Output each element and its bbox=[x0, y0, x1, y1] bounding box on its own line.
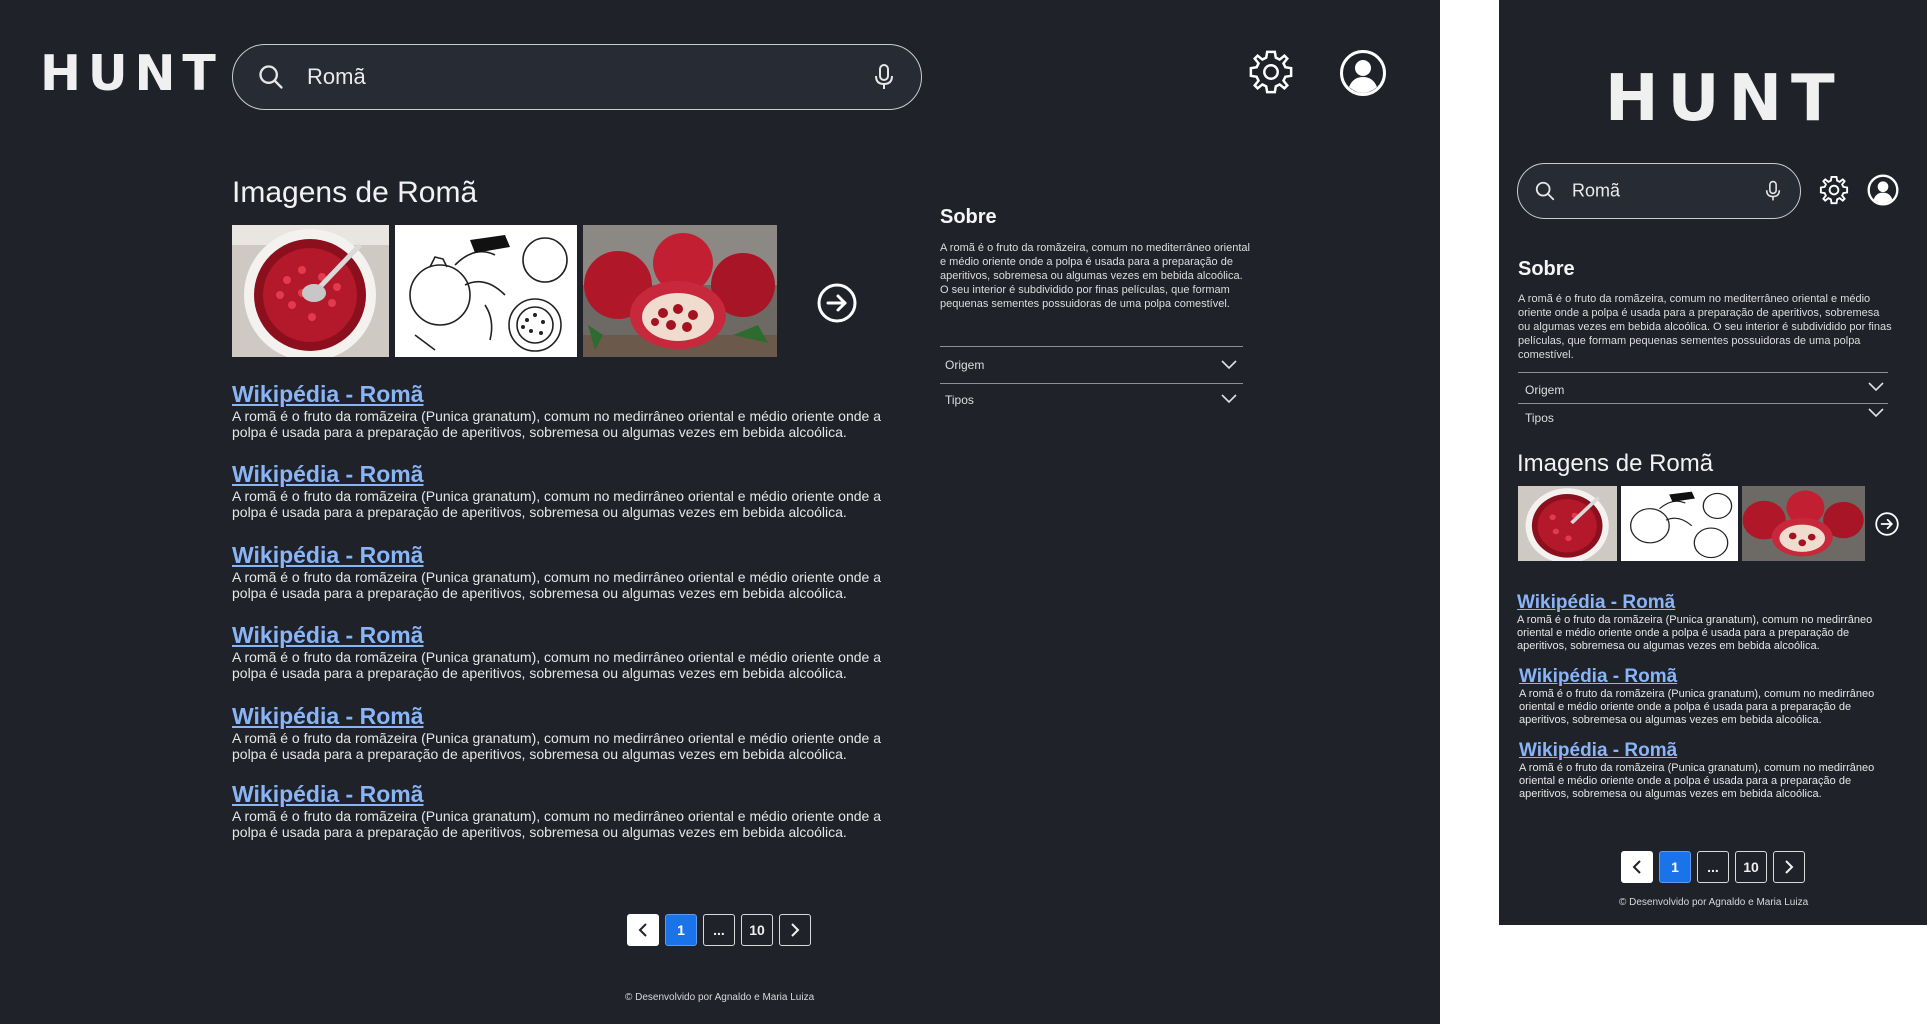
desktop-view: HUNT Romã Imagens de Romã Wikipédia - Ro… bbox=[0, 0, 1440, 1024]
images-heading: Imagens de Romã bbox=[232, 176, 478, 209]
result-title-link[interactable]: Wikipédia - Romã bbox=[232, 461, 882, 488]
image-thumbnail[interactable] bbox=[1742, 486, 1865, 561]
chevron-right-icon bbox=[1785, 860, 1794, 874]
result-title-link[interactable]: Wikipédia - Romã bbox=[232, 703, 882, 730]
result-title-link[interactable]: Wikipédia - Romã bbox=[1517, 592, 1887, 614]
result-snippet: A romã é o fruto da romãzeira (Punica gr… bbox=[232, 730, 882, 762]
search-result: Wikipédia - Romã A romã é o fruto da rom… bbox=[1517, 592, 1887, 653]
image-thumbnail[interactable] bbox=[1518, 486, 1617, 561]
user-avatar-icon[interactable] bbox=[1339, 49, 1387, 97]
accordion-origem[interactable]: Origem bbox=[1518, 372, 1888, 403]
chevron-down-icon bbox=[1868, 382, 1884, 392]
accordion-origem[interactable]: Origem bbox=[940, 346, 1243, 383]
search-icon bbox=[259, 65, 283, 89]
search-bar[interactable]: Romã bbox=[1517, 163, 1801, 219]
chevron-down-icon bbox=[1221, 360, 1237, 370]
page-button-last[interactable]: 10 bbox=[741, 914, 773, 946]
search-result: Wikipédia - Romã A romã é o fruto da rom… bbox=[232, 542, 882, 601]
search-result: Wikipédia - Romã A romã é o fruto da rom… bbox=[232, 703, 882, 762]
search-result: Wikipédia - Romã A romã é o fruto da rom… bbox=[1519, 666, 1887, 727]
logo[interactable]: HUNT bbox=[40, 45, 223, 102]
pagination: 1 ... 10 bbox=[627, 914, 811, 946]
microphone-icon[interactable] bbox=[873, 63, 895, 91]
accordion-tipos[interactable]: Tipos bbox=[1518, 403, 1888, 434]
result-snippet: A romã é o fruto da romãzeira (Punica gr… bbox=[232, 808, 882, 840]
result-snippet: A romã é o fruto da romãzeira (Punica gr… bbox=[1519, 688, 1875, 726]
accordion-label: Origem bbox=[1525, 383, 1565, 397]
page-ellipsis[interactable]: ... bbox=[1697, 851, 1729, 883]
result-snippet: A romã é o fruto da romãzeira (Punica gr… bbox=[232, 488, 882, 520]
chevron-left-icon bbox=[638, 923, 647, 937]
about-title: Sobre bbox=[1518, 258, 1575, 280]
result-snippet: A romã é o fruto da romãzeira (Punica gr… bbox=[232, 408, 882, 440]
result-title-link[interactable]: Wikipédia - Romã bbox=[1519, 740, 1887, 762]
result-snippet: A romã é o fruto da romãzeira (Punica gr… bbox=[1519, 762, 1875, 800]
page-button-current[interactable]: 1 bbox=[1659, 851, 1691, 883]
result-title-link[interactable]: Wikipédia - Romã bbox=[232, 381, 882, 408]
footer-credit: © Desenvolvido por Agnaldo e Maria Luiza bbox=[1619, 897, 1809, 908]
prev-page-button[interactable] bbox=[1621, 851, 1653, 883]
image-thumbnail[interactable] bbox=[1621, 486, 1738, 561]
chevron-right-icon bbox=[791, 923, 800, 937]
image-thumbnail[interactable] bbox=[395, 225, 577, 357]
next-page-button[interactable] bbox=[779, 914, 811, 946]
accordion-tipos[interactable]: Tipos bbox=[940, 383, 1243, 420]
result-snippet: A romã é o fruto da romãzeira (Punica gr… bbox=[1517, 614, 1873, 652]
search-result: Wikipédia - Romã A romã é o fruto da rom… bbox=[232, 381, 882, 440]
search-result: Wikipédia - Romã A romã é o fruto da rom… bbox=[232, 461, 882, 520]
result-title-link[interactable]: Wikipédia - Romã bbox=[232, 781, 882, 808]
next-page-button[interactable] bbox=[1773, 851, 1805, 883]
result-title-link[interactable]: Wikipédia - Romã bbox=[232, 542, 882, 569]
page-ellipsis[interactable]: ... bbox=[703, 914, 735, 946]
search-result: Wikipédia - Romã A romã é o fruto da rom… bbox=[232, 781, 882, 840]
search-bar[interactable]: Romã bbox=[232, 44, 922, 110]
about-text: A romã é o fruto da romãzeira, comum no … bbox=[1518, 293, 1892, 361]
images-heading: Imagens de Romã bbox=[1517, 450, 1714, 477]
search-icon bbox=[1535, 181, 1555, 201]
search-input[interactable]: Romã bbox=[307, 64, 366, 90]
chevron-down-icon bbox=[1868, 408, 1884, 418]
chevron-down-icon bbox=[1221, 394, 1237, 404]
result-snippet: A romã é o fruto da romãzeira (Punica gr… bbox=[232, 569, 882, 601]
pagination: 1 ... 10 bbox=[1621, 851, 1805, 883]
search-result: Wikipédia - Romã A romã é o fruto da rom… bbox=[1519, 740, 1887, 801]
accordion-label: Origem bbox=[945, 358, 985, 372]
search-input[interactable]: Romã bbox=[1572, 181, 1620, 202]
image-thumbnail[interactable] bbox=[232, 225, 389, 357]
gear-icon[interactable] bbox=[1819, 175, 1849, 205]
result-snippet: A romã é o fruto da romãzeira (Punica gr… bbox=[232, 649, 882, 681]
next-images-arrow-icon[interactable] bbox=[1875, 512, 1899, 536]
about-title: Sobre bbox=[940, 206, 997, 228]
logo[interactable]: HUNT bbox=[1605, 62, 1844, 136]
page-button-last[interactable]: 10 bbox=[1735, 851, 1767, 883]
search-result: Wikipédia - Romã A romã é o fruto da rom… bbox=[232, 622, 882, 681]
prev-page-button[interactable] bbox=[627, 914, 659, 946]
next-images-arrow-icon[interactable] bbox=[817, 283, 857, 323]
page-button-current[interactable]: 1 bbox=[665, 914, 697, 946]
microphone-icon[interactable] bbox=[1764, 180, 1782, 202]
user-avatar-icon[interactable] bbox=[1867, 174, 1899, 206]
image-thumbnail[interactable] bbox=[583, 225, 777, 357]
result-title-link[interactable]: Wikipédia - Romã bbox=[232, 622, 882, 649]
accordion-label: Tipos bbox=[945, 393, 974, 407]
gear-icon[interactable] bbox=[1248, 49, 1294, 95]
result-title-link[interactable]: Wikipédia - Romã bbox=[1519, 666, 1887, 688]
accordion-label: Tipos bbox=[1525, 411, 1554, 425]
about-text: A romã é o fruto da romãzeira, comum no … bbox=[940, 242, 1250, 310]
chevron-left-icon bbox=[1632, 860, 1641, 874]
mobile-view: HUNT Romã Sobre A romã é o fruto da romã… bbox=[1499, 0, 1927, 925]
footer-credit: © Desenvolvido por Agnaldo e Maria Luiza bbox=[625, 992, 815, 1003]
